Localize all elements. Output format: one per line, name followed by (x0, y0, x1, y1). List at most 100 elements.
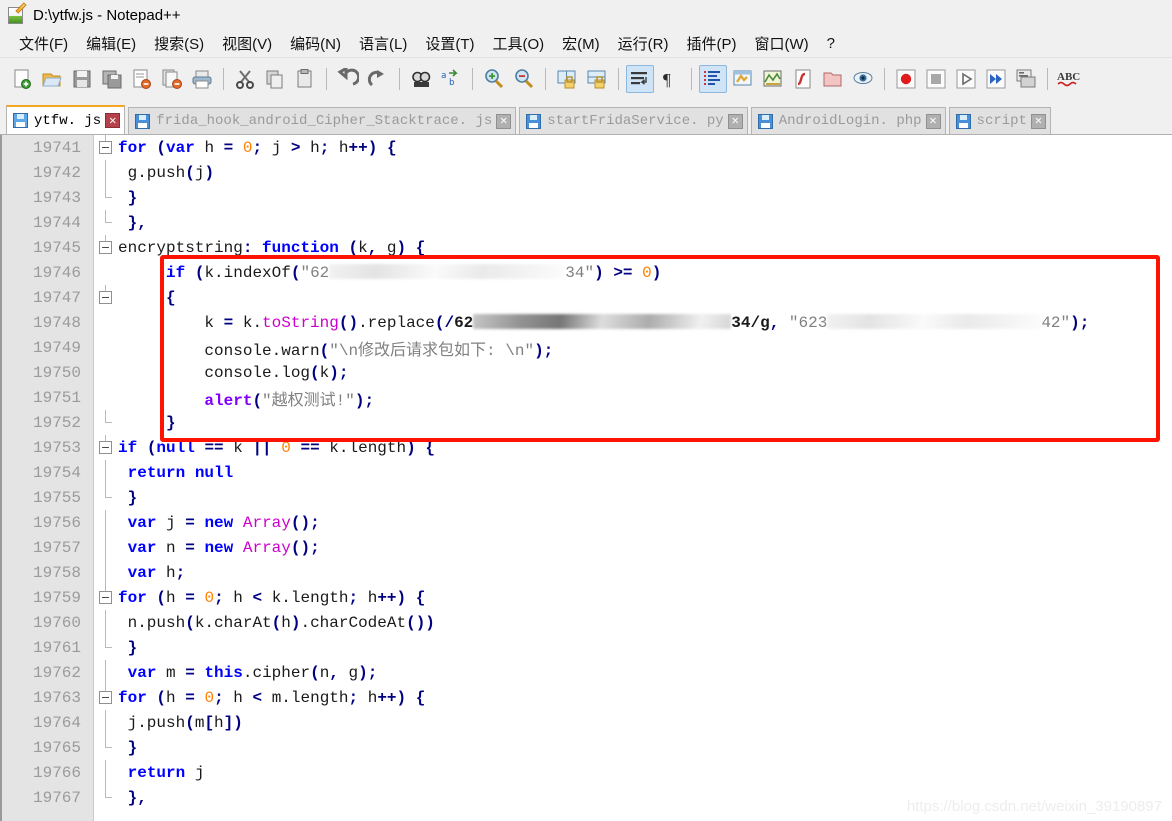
fold-collapse-icon[interactable] (99, 591, 112, 604)
show-all-characters-icon[interactable]: ¶ (656, 65, 684, 93)
find-icon[interactable] (407, 65, 435, 93)
close-all-files-icon[interactable] (158, 65, 186, 93)
save-icon[interactable] (68, 65, 96, 93)
new-file-icon[interactable] (8, 65, 36, 93)
code-text[interactable]: for (var h = 0; j > h; h++) { (118, 139, 397, 157)
folder-as-workspace-icon[interactable] (819, 65, 847, 93)
code-text[interactable]: { (118, 289, 176, 307)
spell-check-icon[interactable]: ABC (1055, 65, 1083, 93)
tab-androidlogin-php[interactable]: AndroidLogin. php ✕ (750, 107, 946, 134)
code-line[interactable]: 19747 { (0, 285, 1172, 310)
fold-marker[interactable] (94, 335, 118, 360)
tab-ytfw-js[interactable]: ytfw. js ✕ (6, 105, 126, 134)
code-line[interactable]: 19766 return j (0, 760, 1172, 785)
menu-window[interactable]: 窗口(W) (745, 31, 817, 56)
code-text[interactable]: if (k.indexOf("62 34") >= 0) (118, 264, 661, 282)
tab-close-icon[interactable]: ✕ (925, 113, 941, 129)
code-line[interactable]: 19756 var j = new Array(); (0, 510, 1172, 535)
code-line[interactable]: 19763 for (h = 0; h < m.length; h++) { (0, 685, 1172, 710)
code-line[interactable]: 19753 if (null == k || 0 == k.length) { (0, 435, 1172, 460)
code-line[interactable]: 19761 } (0, 635, 1172, 660)
code-line[interactable]: 19751 alert("越权测试!"); (0, 385, 1172, 410)
fold-marker[interactable] (94, 660, 118, 685)
save-macro-icon[interactable] (1012, 65, 1040, 93)
fold-marker[interactable] (94, 760, 118, 785)
fold-marker[interactable] (94, 510, 118, 535)
code-text[interactable]: } (118, 489, 138, 507)
code-line[interactable]: 19758 var h; (0, 560, 1172, 585)
fold-marker[interactable] (94, 485, 118, 510)
code-text[interactable]: for (h = 0; h < k.length; h++) { (118, 589, 425, 607)
code-editor[interactable]: 19741 for (var h = 0; j > h; h++) {19742 … (0, 134, 1172, 821)
code-text[interactable]: encryptstring: function (k, g) { (118, 239, 425, 257)
menu-settings[interactable]: 设置(T) (416, 31, 483, 56)
code-text[interactable]: j.push(m[h]) (118, 714, 243, 732)
code-text[interactable]: console.warn("\n修改后请求包如下: \n"); (118, 336, 553, 360)
code-lines[interactable]: 19741 for (var h = 0; j > h; h++) {19742 … (0, 135, 1172, 821)
stop-macro-icon[interactable] (922, 65, 950, 93)
code-line[interactable]: 19744 }, (0, 210, 1172, 235)
code-line[interactable]: 19759 for (h = 0; h < k.length; h++) { (0, 585, 1172, 610)
tab-script[interactable]: script ✕ (948, 107, 1051, 134)
code-line[interactable]: 19743 } (0, 185, 1172, 210)
open-file-icon[interactable] (38, 65, 66, 93)
menu-encoding[interactable]: 编码(N) (281, 31, 350, 56)
run-macro-multiple-icon[interactable] (982, 65, 1010, 93)
code-text[interactable]: } (118, 189, 138, 207)
play-macro-icon[interactable] (952, 65, 980, 93)
menu-search[interactable]: 搜索(S) (145, 31, 213, 56)
code-text[interactable]: var j = new Array(); (118, 514, 320, 532)
code-text[interactable]: k = k.toString().replace(/62 34/g, "623 42… (118, 314, 1089, 332)
code-text[interactable]: if (null == k || 0 == k.length) { (118, 439, 435, 457)
fold-marker[interactable] (94, 610, 118, 635)
tab-startfridaservice-py[interactable]: startFridaService. py ✕ (519, 107, 748, 134)
undo-icon[interactable] (334, 65, 362, 93)
function-list-icon[interactable] (789, 65, 817, 93)
fold-marker[interactable] (94, 210, 118, 235)
fold-marker[interactable] (94, 560, 118, 585)
paste-icon[interactable] (291, 65, 319, 93)
fold-marker[interactable] (94, 735, 118, 760)
fold-marker[interactable] (94, 285, 118, 310)
fold-marker[interactable] (94, 185, 118, 210)
fold-collapse-icon[interactable] (99, 291, 112, 304)
fold-marker[interactable] (94, 460, 118, 485)
code-text[interactable]: }, (118, 789, 147, 807)
code-text[interactable]: } (118, 739, 138, 757)
code-line[interactable]: 19752 } (0, 410, 1172, 435)
save-all-icon[interactable] (98, 65, 126, 93)
sync-vertical-scroll-icon[interactable] (553, 65, 581, 93)
fold-marker[interactable] (94, 635, 118, 660)
record-macro-icon[interactable] (892, 65, 920, 93)
tab-close-icon[interactable]: ✕ (727, 113, 743, 129)
code-line[interactable]: 19764 j.push(m[h]) (0, 710, 1172, 735)
tab-close-icon[interactable]: ✕ (1030, 113, 1046, 129)
code-text[interactable]: n.push(k.charAt(h).charCodeAt()) (118, 614, 435, 632)
code-text[interactable]: } (118, 414, 176, 432)
code-text[interactable]: return j (118, 764, 205, 782)
fold-marker[interactable] (94, 585, 118, 610)
code-line[interactable]: 19741 for (var h = 0; j > h; h++) { (0, 135, 1172, 160)
fold-marker[interactable] (94, 685, 118, 710)
fold-collapse-icon[interactable] (99, 141, 112, 154)
code-line[interactable]: 19750 console.log(k); (0, 360, 1172, 385)
fold-marker[interactable] (94, 135, 118, 160)
sync-horizontal-scroll-icon[interactable] (583, 65, 611, 93)
zoom-in-icon[interactable] (480, 65, 508, 93)
tab-close-icon[interactable]: ✕ (496, 113, 512, 129)
close-file-icon[interactable] (128, 65, 156, 93)
code-line[interactable]: 19748 k = k.toString().replace(/62 34/g, … (0, 310, 1172, 335)
fold-marker[interactable] (94, 360, 118, 385)
word-wrap-icon[interactable] (626, 64, 654, 93)
fold-marker[interactable] (94, 785, 118, 810)
code-line[interactable]: 19745 encryptstring: function (k, g) { (0, 235, 1172, 260)
menu-help[interactable]: ? (818, 33, 844, 54)
fold-collapse-icon[interactable] (99, 441, 112, 454)
fold-collapse-icon[interactable] (99, 241, 112, 254)
menu-plugins[interactable]: 插件(P) (677, 31, 745, 56)
code-text[interactable]: g.push(j) (118, 164, 214, 182)
menu-language[interactable]: 语言(L) (350, 31, 416, 56)
code-text[interactable]: alert("越权测试!"); (118, 386, 374, 410)
fold-collapse-icon[interactable] (99, 691, 112, 704)
copy-icon[interactable] (261, 65, 289, 93)
